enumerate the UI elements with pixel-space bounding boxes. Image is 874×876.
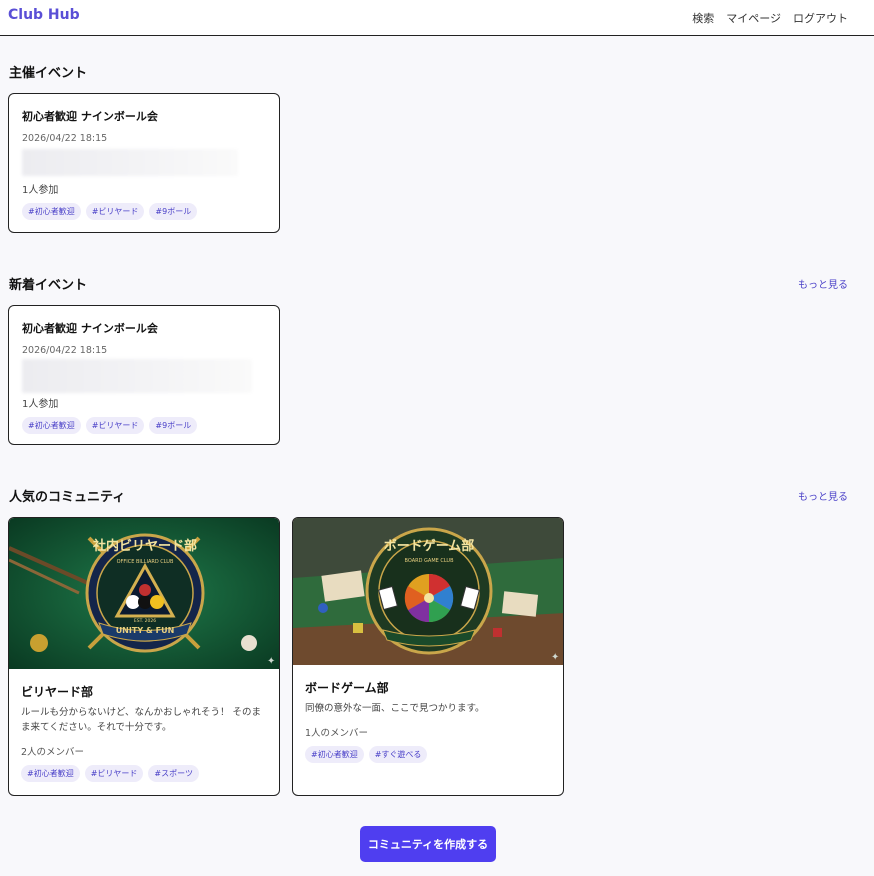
event-tags: #初心者歓迎 #ビリヤード #9ボール [22, 417, 266, 434]
popular-communities-heading: 人気のコミュニティ [9, 490, 126, 505]
hosted-events-heading: 主催イベント [9, 66, 88, 81]
event-date: 2026/04/22 18:15 [22, 133, 108, 144]
header-nav: 検索 マイページ ログアウト [692, 10, 848, 26]
community-card-boardgame[interactable]: ボードゲーム部 BOARD GAME CLUB ✦ ボードゲーム部 同僚の意外な… [292, 517, 564, 796]
community-tags: #初心者歓迎 #ビリヤード #スポーツ [21, 765, 267, 782]
hosted-event-card[interactable]: 初心者歓迎 ナインボール会 2026/04/22 18:15 1人参加 #初心者… [8, 93, 280, 233]
community-image-boardgame: ボードゲーム部 BOARD GAME CLUB ✦ [293, 518, 563, 665]
logo-title-text: 社内ビリヤード部 [92, 538, 197, 554]
community-members: 2人のメンバー [21, 747, 85, 758]
tag-chip[interactable]: #ビリヤード [85, 203, 145, 220]
event-title: 初心者歓迎 ナインボール会 [22, 322, 158, 335]
community-body: ビリヤード部 ルールも分からないけど、なんかおしゃれそう！ そのまま来てください… [9, 669, 279, 795]
event-description-blurred [22, 359, 252, 393]
event-date: 2026/04/22 18:15 [22, 345, 108, 356]
tag-chip[interactable]: #初心者歓迎 [22, 203, 81, 220]
new-events-more-link[interactable]: もっと見る [798, 276, 848, 291]
community-card-billiard[interactable]: UNITY & FUN 社内ビリヤード部 OFFICE BILLIARD CLU… [8, 517, 280, 796]
logo-title-text: ボードゲーム部 [384, 538, 475, 554]
event-participants: 1人参加 [22, 399, 59, 410]
event-title: 初心者歓迎 ナインボール会 [22, 110, 158, 123]
tag-chip[interactable]: #ビリヤード [84, 765, 144, 782]
popular-communities-more-link[interactable]: もっと見る [798, 488, 848, 503]
tag-chip[interactable]: #初心者歓迎 [305, 746, 364, 763]
app-logo[interactable]: Club Hub [8, 7, 80, 23]
community-name: ビリヤード部 [21, 685, 94, 699]
community-body: ボードゲーム部 同僚の意外な一面、ここで見つかります。 1人のメンバー #初心者… [293, 665, 563, 777]
event-tags: #初心者歓迎 #ビリヤード #9ボール [22, 203, 266, 220]
community-name: ボードゲーム部 [305, 681, 389, 695]
nav-logout-link[interactable]: ログアウト [793, 10, 848, 26]
community-description: ルールも分からないけど、なんかおしゃれそう！ そのまま来てください。それで十分で… [21, 707, 262, 733]
tag-chip[interactable]: #9ボール [149, 203, 198, 220]
logo-ribbon-text: UNITY & FUN [116, 626, 175, 635]
event-participants: 1人参加 [22, 185, 59, 196]
community-tags: #初心者歓迎 #すぐ遊べる [305, 746, 551, 763]
community-image-billiard: UNITY & FUN 社内ビリヤード部 OFFICE BILLIARD CLU… [9, 518, 279, 669]
logo-est-text: EST. 2026 [134, 618, 156, 624]
nav-search-link[interactable]: 検索 [692, 10, 714, 26]
logo-sub-text: OFFICE BILLIARD CLUB [117, 559, 174, 565]
new-event-card[interactable]: 初心者歓迎 ナインボール会 2026/04/22 18:15 1人参加 #初心者… [8, 305, 280, 445]
tag-chip[interactable]: #初心者歓迎 [21, 765, 80, 782]
tag-chip[interactable]: #すぐ遊べる [368, 746, 428, 763]
tag-chip[interactable]: #スポーツ [148, 765, 199, 782]
event-description-blurred [22, 149, 238, 176]
svg-text:✦: ✦ [551, 652, 559, 663]
tag-chip[interactable]: #9ボール [149, 417, 198, 434]
svg-text:✦: ✦ [267, 656, 275, 667]
new-events-heading: 新着イベント [9, 278, 88, 293]
tag-chip[interactable]: #初心者歓迎 [22, 417, 81, 434]
tag-chip[interactable]: #ビリヤード [85, 417, 145, 434]
nav-mypage-link[interactable]: マイページ [726, 10, 781, 26]
create-community-button[interactable]: コミュニティを作成する [360, 826, 496, 862]
logo-sub-text: BOARD GAME CLUB [405, 558, 455, 564]
top-header: Club Hub 検索 マイページ ログアウト [0, 0, 874, 36]
community-description: 同僚の意外な一面、ここで見つかります。 [305, 703, 485, 714]
community-members: 1人のメンバー [305, 728, 369, 739]
